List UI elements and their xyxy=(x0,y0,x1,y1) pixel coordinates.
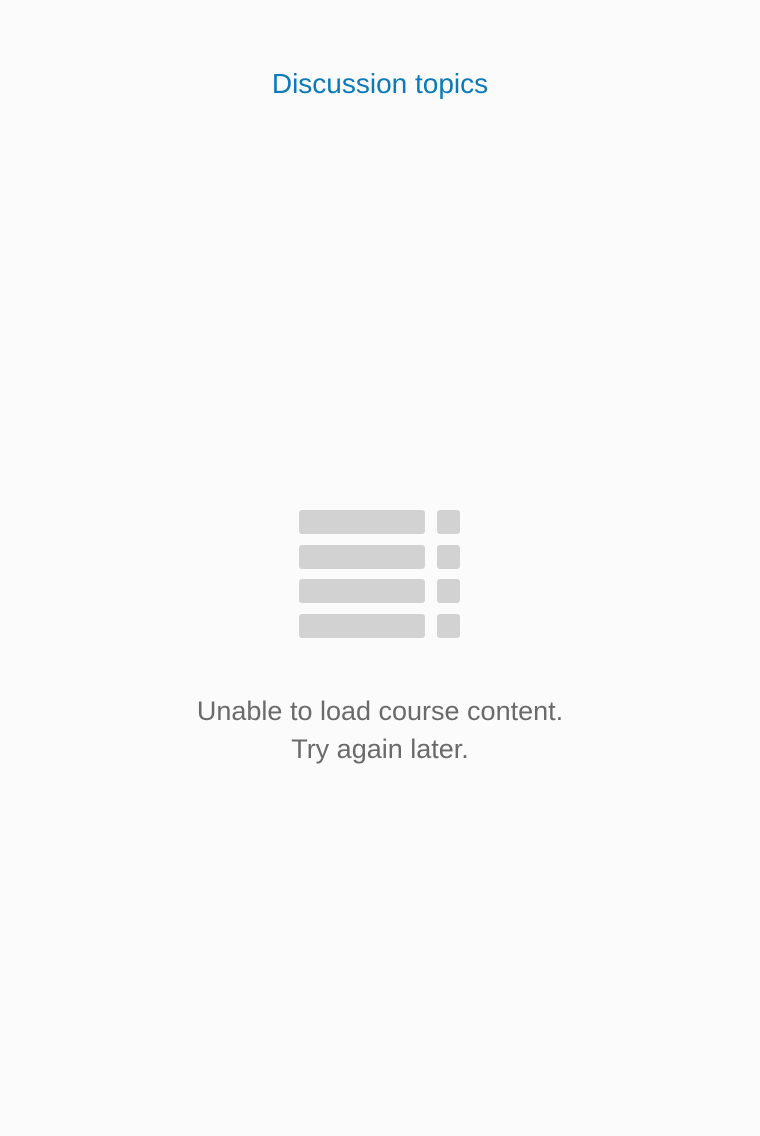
list-icon-row xyxy=(299,510,461,534)
list-icon-row xyxy=(299,614,461,638)
error-message-line-1: Unable to load course content. xyxy=(196,696,564,726)
discussion-topics-link[interactable]: Discussion topics xyxy=(0,62,760,106)
error-message-line-2: Try again later. xyxy=(291,734,469,764)
list-icon-bar xyxy=(299,579,425,603)
list-icon-row xyxy=(299,545,461,569)
list-icon-square xyxy=(437,614,460,638)
list-icon-row xyxy=(299,579,461,603)
error-message: Unable to load course content. Try again… xyxy=(197,692,563,768)
list-icon-bar xyxy=(299,510,425,534)
list-icon-square xyxy=(437,510,460,534)
list-placeholder-icon xyxy=(299,510,461,638)
list-icon-bar xyxy=(299,614,425,638)
screen: Discussion topics Unable to load course … xyxy=(0,0,760,1136)
empty-state: Unable to load course content. Try again… xyxy=(0,510,760,768)
list-icon-square xyxy=(437,545,460,569)
list-icon-square xyxy=(437,579,460,603)
list-icon-bar xyxy=(299,545,425,569)
